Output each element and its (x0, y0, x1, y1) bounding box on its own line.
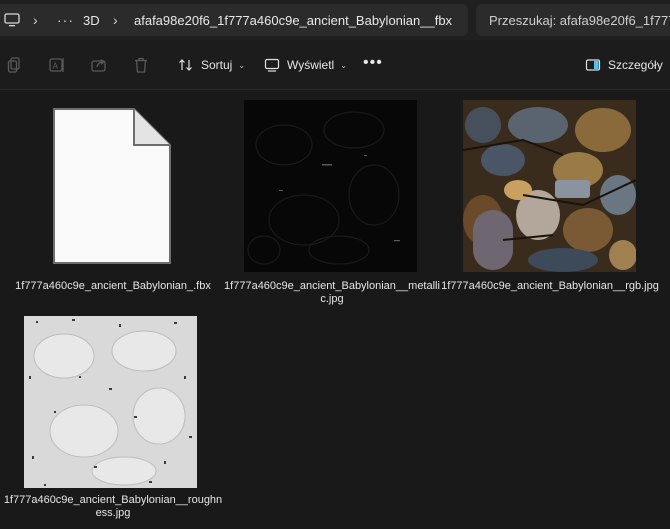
sort-button[interactable]: Sortuj ⌄ (178, 55, 245, 75)
chevron-right-icon[interactable]: › (113, 12, 118, 28)
image-thumbnail (463, 100, 636, 272)
delete-icon[interactable] (132, 56, 150, 74)
more-options-button[interactable]: ••• (363, 54, 383, 72)
chevron-down-icon: ⌄ (238, 60, 246, 70)
document-file-icon (53, 108, 171, 264)
svg-text:A: A (53, 62, 59, 71)
sort-label: Sortuj (201, 58, 233, 72)
details-label: Szczegóły (608, 58, 663, 72)
sort-icon (179, 59, 192, 71)
details-pane-icon (585, 59, 601, 71)
command-bar: A Sortuj ⌄ Wyświetl ⌄ ••• Szczegóły (0, 40, 670, 90)
image-thumbnail (244, 100, 417, 272)
file-name: 1f777a460c9e_ancient_Babylonian__metalli… (224, 280, 440, 305)
view-label: Wyświetl (287, 58, 335, 72)
this-pc-icon[interactable] (4, 13, 20, 27)
search-input[interactable]: Przeszukaj: afafa98e20f6_1f777a460c9e_an… (476, 4, 670, 36)
details-pane-button[interactable]: Szczegóły (585, 55, 663, 75)
copy-icon[interactable] (6, 56, 24, 74)
address-field[interactable]: › ··· 3D › afafa98e20f6_1f777a460c9e_anc… (0, 4, 468, 36)
file-name: 1f777a460c9e_ancient_Babylonian__rgb.jpg (441, 280, 659, 292)
breadcrumb-current-folder[interactable]: afafa98e20f6_1f777a460c9e_ancient_Babylo… (134, 13, 452, 28)
file-name: 1f777a460c9e_ancient_Babylonian_.fbx (15, 280, 211, 292)
rename-icon[interactable]: A (48, 56, 66, 74)
breadcrumb-more[interactable]: ··· (57, 12, 74, 28)
file-name: 1f777a460c9e_ancient_Babylonian__roughne… (3, 494, 223, 519)
share-icon[interactable] (90, 56, 108, 74)
image-thumbnail (24, 316, 197, 488)
view-icon (264, 58, 280, 72)
search-placeholder: Przeszukaj: afafa98e20f6_1f777a460c9e_an… (489, 13, 670, 28)
address-bar: › ··· 3D › afafa98e20f6_1f777a460c9e_anc… (0, 0, 670, 40)
chevron-right-icon[interactable]: › (33, 12, 38, 28)
breadcrumb-3d[interactable]: 3D (83, 13, 100, 28)
chevron-down-icon: ⌄ (340, 60, 347, 70)
view-button[interactable]: Wyświetl ⌄ (264, 55, 347, 75)
